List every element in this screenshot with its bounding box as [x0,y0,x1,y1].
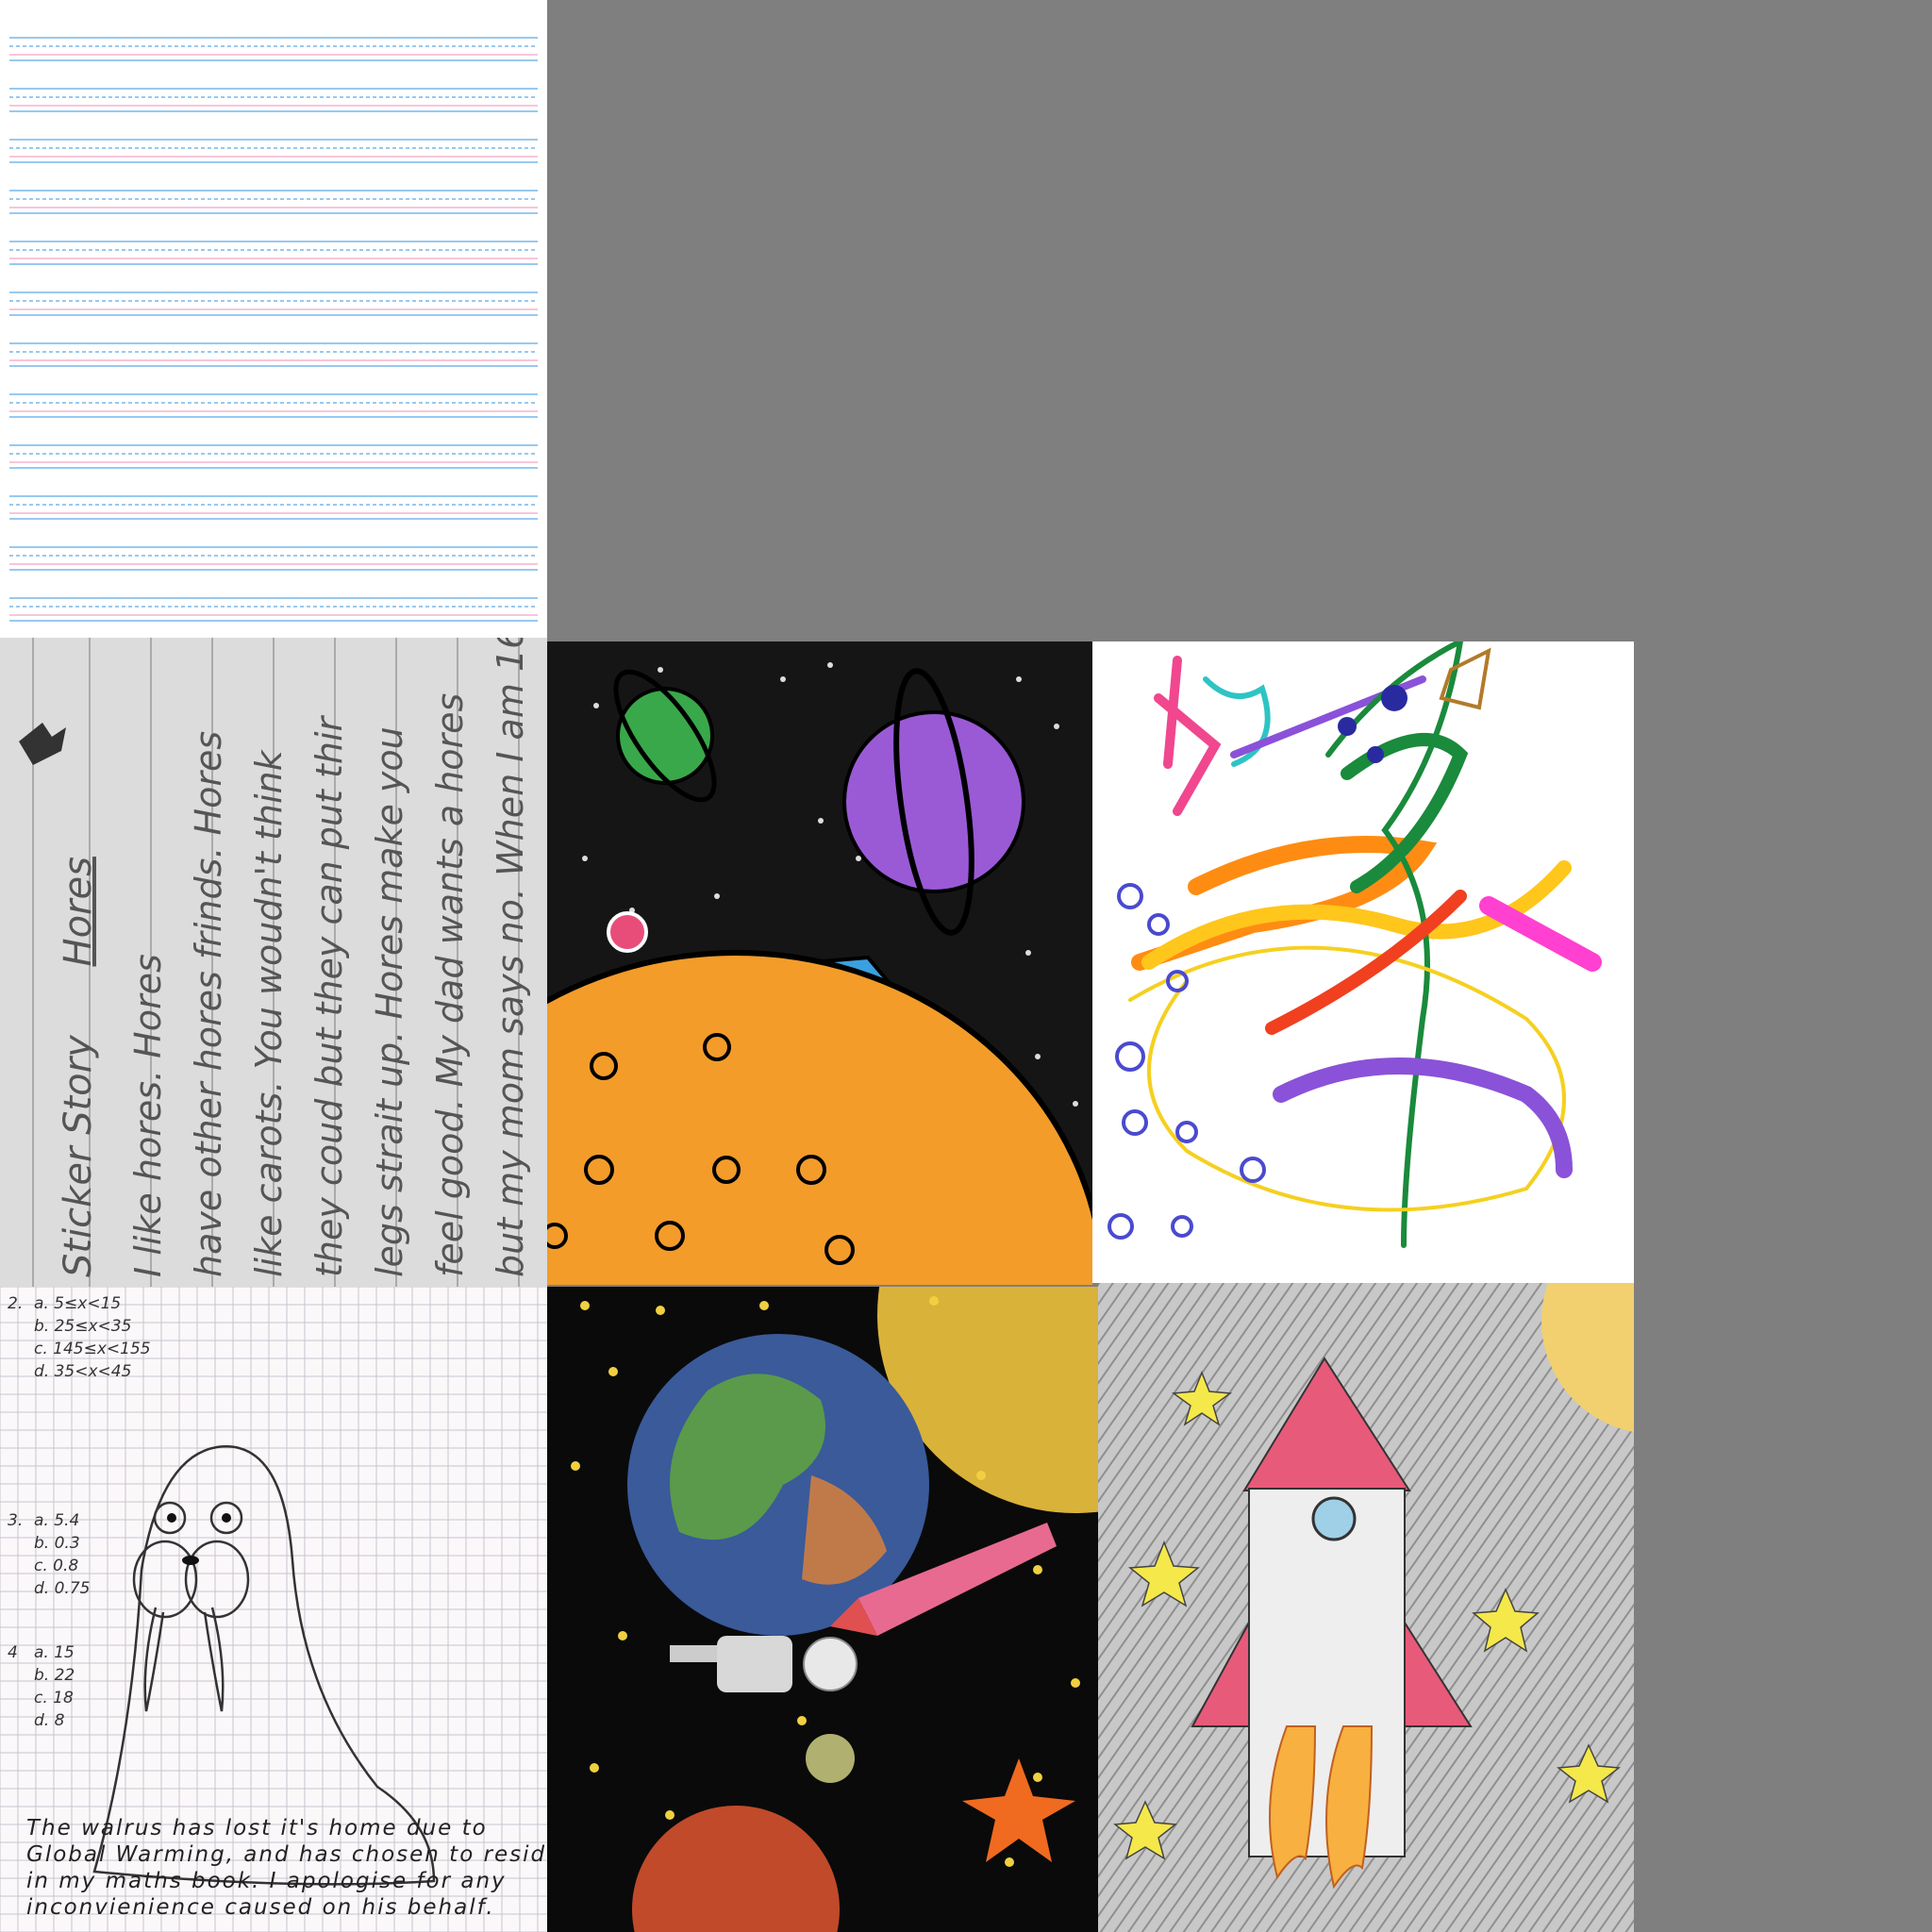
space-painting-tile [547,641,1092,1285]
story-heading: Hores [57,857,100,967]
crayon-space-tile [547,1287,1098,1932]
walrus-caption: The walrus has lost it's home due to Glob… [26,1815,547,1921]
space-painting [547,641,1092,1285]
sticker-story-tile: Sticker Story Hores I like hores. Hores h… [0,638,547,1287]
math-answer: a. 5≤x<15 [34,1294,122,1313]
story-line: feel good. My dad wants a hores [429,692,471,1277]
caption-line: in my maths book. I apologise for any [26,1869,507,1893]
math-answer: c. 18 [34,1689,74,1707]
story-line: have other hores frinds. Hores [188,730,229,1277]
alien-icon [806,1734,855,1783]
math-answer: b. 25≤x<35 [34,1317,132,1336]
math-question-number: 2. [8,1294,24,1313]
story-line: they coud but they can put thir [308,716,350,1277]
porthole-icon [1311,1496,1357,1541]
math-answer: c. 0.8 [34,1557,79,1575]
caption-line: inconvienience caused on his behalf. [26,1895,495,1920]
math-answer: c. 145≤x<155 [34,1340,151,1358]
scribble-tile [1092,641,1634,1283]
math-answer: b. 0.3 [34,1534,80,1553]
math-question-number: 4 [8,1643,18,1662]
story-line: but my mom says no. When I am 16 [490,638,531,1277]
math-answer: d. 8 [34,1711,65,1730]
pencil-rocket-tile [1098,1283,1634,1932]
story-title: Sticker Story [57,1035,100,1277]
math-answer: a. 15 [34,1643,75,1662]
caption-line: Global Warming, and has chosen to reside [26,1842,547,1867]
math-answer: d. 0.75 [34,1579,91,1598]
crayon-space [547,1287,1098,1932]
story-line: like carots. You woudn't think [248,750,290,1277]
handwriting-lines [9,37,538,622]
story-line: I like hores. Hores [127,954,169,1277]
pink-moon-icon [607,911,648,953]
caption-line: The walrus has lost it's home due to [26,1816,488,1840]
math-answer: a. 5.4 [34,1511,80,1530]
math-question-number: 3. [8,1511,24,1530]
math-answer: b. 22 [34,1666,75,1685]
scribble-drawing [1108,641,1602,1248]
story-line: or 20 I will buy my own hores. [541,645,547,1277]
math-answer: d. 35<x<45 [34,1362,132,1381]
handwriting-paper-tile [0,0,547,638]
story-line: legs strait up. Hores make you [369,726,410,1277]
walrus-page-tile: 2. a. 5≤x<15 b. 25≤x<35 c. 145≤x<155 d. 35<x… [0,1287,547,1932]
pencil-rocket [1098,1283,1634,1932]
sticker-story-text: Sticker Story Hores I like hores. Hores h… [0,638,547,1287]
